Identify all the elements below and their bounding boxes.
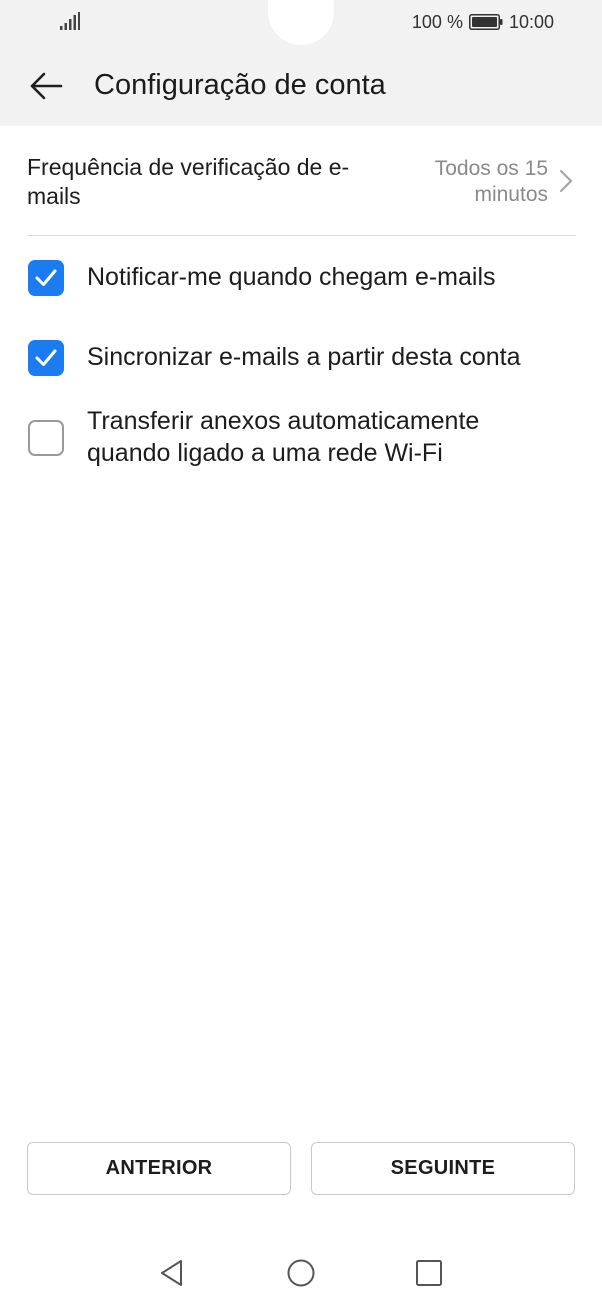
attachments-label: Transferir anexos automaticamente quando…	[87, 407, 480, 467]
nav-home-icon[interactable]	[286, 1258, 316, 1288]
notify-label: Notificar-me quando chegam e-mails	[87, 263, 496, 291]
status-bar: 100 % 10:00	[0, 0, 602, 46]
checkmark-icon	[35, 269, 57, 286]
auto-download-attachments-option[interactable]: Transferir anexos automaticamente quando…	[28, 404, 568, 474]
checkmark-icon	[35, 349, 57, 366]
clock: 10:00	[508, 11, 554, 32]
previous-button[interactable]: ANTERIOR	[27, 1142, 291, 1195]
sync-email-option[interactable]: Sincronizar e-mails a partir desta conta	[28, 338, 568, 378]
back-arrow-icon	[30, 72, 63, 100]
battery-percentage: 100 %	[411, 11, 463, 32]
check-frequency-label: Frequência de verificação de e-mails	[27, 154, 350, 209]
nav-recents-icon[interactable]	[414, 1258, 444, 1288]
check-frequency-value: Todos os 15 minutos	[434, 157, 548, 206]
battery-icon	[468, 14, 503, 30]
nav-back-icon[interactable]	[157, 1258, 187, 1288]
sync-checkbox[interactable]	[28, 340, 64, 376]
back-button[interactable]	[28, 68, 64, 104]
app-header: Configuração de conta	[0, 46, 602, 126]
page-title: Configuração de conta	[94, 69, 386, 101]
screen: 100 % 10:00 Configuração de conta Frequê…	[0, 0, 602, 1306]
sync-label: Sincronizar e-mails a partir desta conta	[87, 343, 521, 371]
system-nav-bar	[0, 1240, 602, 1306]
signal-icon	[60, 12, 80, 30]
notify-checkbox[interactable]	[28, 260, 64, 296]
notify-new-email-option[interactable]: Notificar-me quando chegam e-mails	[28, 258, 568, 298]
next-button[interactable]: SEGUINTE	[311, 1142, 575, 1195]
attachments-checkbox[interactable]	[28, 420, 64, 456]
chevron-right-icon	[559, 169, 573, 193]
status-right: 100 % 10:00	[412, 11, 554, 33]
check-frequency-setting[interactable]: Frequência de verificação de e-mails Tod…	[27, 126, 576, 236]
